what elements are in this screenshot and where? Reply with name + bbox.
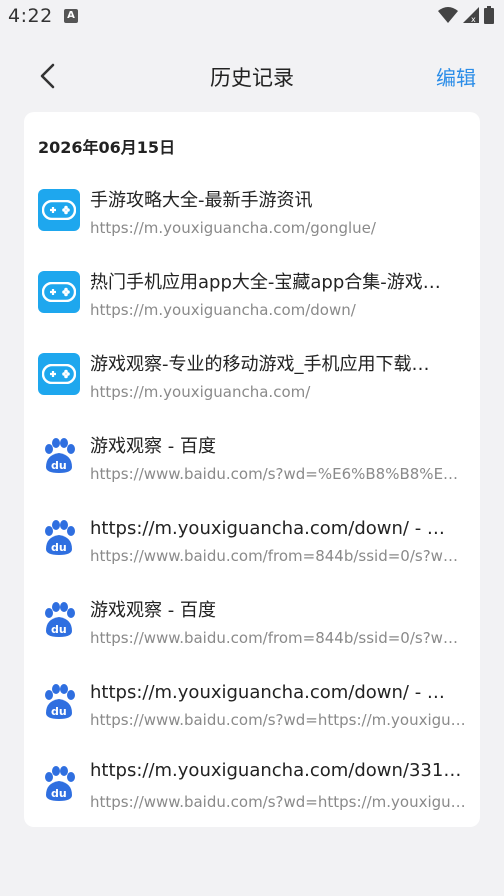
history-card: 2026年06月15日 手游攻略大全-最新手游资讯 https://m.youx… (24, 112, 480, 827)
history-item-title: https://m.youxiguancha.com/down/ - 百度 (90, 682, 462, 703)
header: 历史记录 编辑 (0, 50, 504, 104)
history-item-url: https://www.baidu.com/from=844b/ssid=0/s… (90, 547, 466, 565)
svg-text:du: du (51, 623, 67, 636)
history-item-title: https://m.youxiguancha.com/down/ - 百度 (90, 518, 462, 539)
baidu-paw-icon: du (38, 763, 80, 805)
history-item-url: https://m.youxiguancha.com/gonglue/ (90, 219, 376, 237)
svg-text:du: du (51, 705, 67, 718)
status-time: 4:22 (8, 5, 53, 27)
game-controller-icon (38, 353, 80, 395)
svg-text:du: du (51, 541, 67, 554)
date-heading: 2026年06月15日 (38, 138, 176, 157)
notification-icon: A (64, 9, 78, 23)
history-item-url: https://www.baidu.com/s?wd=%E6%B8%B8%E6%… (90, 465, 466, 483)
history-item-title: 游戏观察 - 百度 (90, 600, 216, 621)
history-item-url: https://m.youxiguancha.com/ (90, 383, 311, 401)
game-controller-icon (38, 189, 80, 231)
history-item[interactable]: 游戏观察-专业的移动游戏_手机应用下载… https://m.youxiguan… (24, 338, 480, 420)
history-item-title: 热门手机应用app大全-宝藏app合集-游戏… (90, 272, 441, 293)
history-item[interactable]: du 游戏观察 - 百度 https://www.baidu.com/from=… (24, 584, 480, 666)
page-title: 历史记录 (210, 66, 294, 90)
svg-text:du: du (51, 787, 67, 800)
svg-text:du: du (51, 459, 67, 472)
svg-text:x: x (471, 15, 476, 24)
history-item-title: 游戏观察-专业的移动游戏_手机应用下载… (90, 354, 430, 375)
game-controller-icon (38, 271, 80, 313)
wifi-icon (438, 7, 458, 23)
baidu-paw-icon: du (38, 435, 80, 477)
history-item[interactable]: du https://m.youxiguancha.com/down/ - 百度… (24, 666, 480, 748)
history-item-url: https://www.baidu.com/from=844b/ssid=0/s… (90, 629, 466, 647)
history-item[interactable]: du https://m.youxiguancha.com/down/3311…… (24, 748, 480, 830)
battery-icon (484, 6, 494, 24)
history-item-title: 游戏观察 - 百度 (90, 436, 216, 457)
signal-icon: x (463, 7, 479, 24)
status-bar: 4:22 A x (0, 0, 504, 36)
history-item[interactable]: du 游戏观察 - 百度 https://www.baidu.com/s?wd=… (24, 420, 480, 502)
edit-button[interactable]: 编辑 (436, 62, 476, 91)
history-item-title: 手游攻略大全-最新手游资讯 (90, 190, 313, 211)
baidu-paw-icon: du (38, 517, 80, 559)
baidu-paw-icon: du (38, 599, 80, 641)
baidu-paw-icon: du (38, 681, 80, 723)
history-item[interactable]: 热门手机应用app大全-宝藏app合集-游戏… https://m.youxig… (24, 256, 480, 338)
status-icons: x (438, 6, 494, 24)
history-item-title: https://m.youxiguancha.com/down/3311… (90, 760, 462, 781)
history-item[interactable]: du https://m.youxiguancha.com/down/ - 百度… (24, 502, 480, 584)
history-list: 手游攻略大全-最新手游资讯 https://m.youxiguancha.com… (24, 174, 480, 830)
history-item[interactable]: 手游攻略大全-最新手游资讯 https://m.youxiguancha.com… (24, 174, 480, 256)
history-item-url: https://www.baidu.com/s?wd=https://m.you… (90, 711, 466, 729)
history-item-url: https://www.baidu.com/s?wd=https://m.you… (90, 793, 466, 811)
history-item-url: https://m.youxiguancha.com/down/ (90, 301, 356, 319)
